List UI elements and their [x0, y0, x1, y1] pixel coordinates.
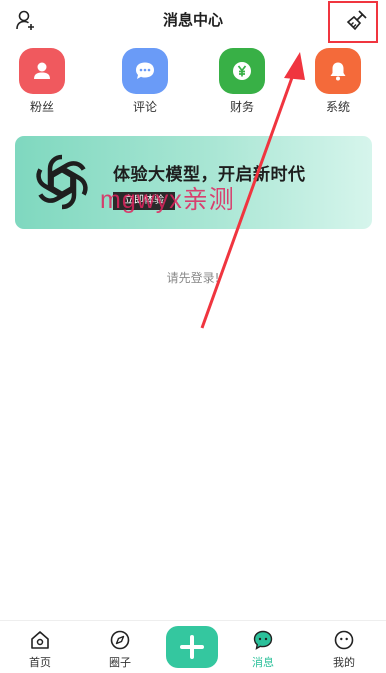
finance-icon-circle: [219, 48, 265, 94]
login-hint: 请先登录!: [166, 271, 220, 285]
publish-plus-button[interactable]: [166, 626, 218, 668]
quick-action-comments[interactable]: 评论: [115, 48, 175, 118]
tab-label: 首页: [29, 656, 51, 669]
tab-label: 我的: [333, 656, 355, 669]
annotation-highlight-box: [328, 1, 378, 43]
home-icon: [31, 631, 49, 649]
watermark-text: mgwyx亲测: [100, 186, 235, 214]
quick-action-label: 财务: [229, 100, 254, 114]
tab-messages[interactable]: 消息: [233, 621, 293, 673]
quick-action-fans[interactable]: 粉丝: [12, 48, 72, 118]
comments-icon-circle: [122, 48, 168, 94]
quick-action-label: 粉丝: [29, 100, 54, 114]
plus-icon: [180, 635, 204, 659]
face-icon: [334, 630, 354, 650]
tab-label: 圈子: [109, 656, 131, 669]
tab-circle[interactable]: 圈子: [90, 621, 150, 673]
system-icon-circle: [315, 48, 361, 94]
yen-icon: [233, 62, 251, 80]
fans-icon-circle: [19, 48, 65, 94]
message-icon: [253, 630, 273, 650]
quick-action-system[interactable]: 系统: [308, 48, 368, 118]
bell-icon: [330, 62, 346, 81]
chat-bubble-icon: [136, 62, 154, 79]
person-icon: [34, 62, 50, 79]
quick-action-finance[interactable]: 财务: [212, 48, 272, 118]
compass-icon: [110, 630, 130, 650]
tab-home[interactable]: 首页: [10, 621, 70, 673]
quick-action-label: 系统: [325, 100, 350, 114]
quick-action-label: 评论: [132, 100, 157, 114]
tab-label: 消息: [252, 656, 274, 669]
tab-profile[interactable]: 我的: [314, 621, 374, 673]
openai-logo-icon: [36, 154, 88, 210]
